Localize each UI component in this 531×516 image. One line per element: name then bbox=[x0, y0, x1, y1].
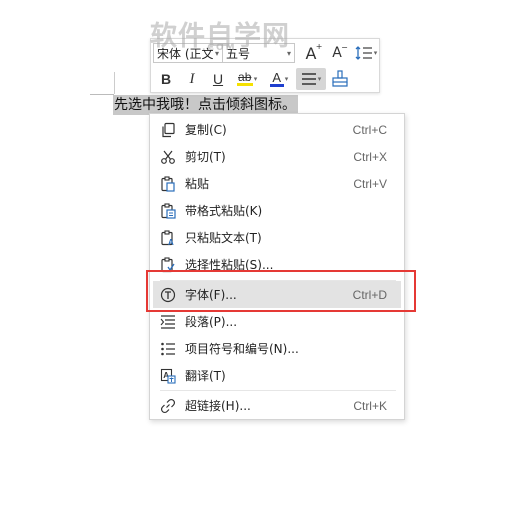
menu-item-label: 粘贴 bbox=[185, 177, 210, 191]
bullet-list-icon bbox=[159, 340, 177, 358]
paste-text-icon: A bbox=[159, 229, 177, 247]
shrink-font-icon: A − bbox=[332, 43, 348, 61]
menu-item-cut[interactable]: 剪切(T) Ctrl+X bbox=[151, 143, 403, 170]
menu-item-paste-special[interactable]: 选择性粘贴(S)... bbox=[151, 251, 403, 278]
grow-font-icon: A + bbox=[305, 41, 323, 63]
menu-item-label: 复制(C) bbox=[185, 123, 227, 137]
menu-item-shortcut: Ctrl+D bbox=[352, 287, 387, 302]
menu-item-label: 字体(F)... bbox=[185, 288, 237, 302]
menu-item-shortcut: Ctrl+X bbox=[353, 149, 387, 164]
font-color-icon: A bbox=[269, 71, 284, 87]
context-menu: 复制(C) Ctrl+C 剪切(T) Ctrl+X 粘贴 Ctrl+V 带格式粘… bbox=[149, 113, 405, 420]
bold-button[interactable]: B bbox=[154, 68, 178, 90]
translate-icon: A bbox=[159, 367, 177, 385]
paste-special-icon bbox=[159, 256, 177, 274]
paragraph-icon bbox=[159, 313, 177, 331]
line-spacing-button[interactable]: ▾ bbox=[351, 42, 381, 64]
menu-item-label: 只粘贴文本(T) bbox=[185, 231, 262, 245]
chevron-down-icon: ▾ bbox=[286, 48, 291, 58]
chevron-down-icon: ▾ bbox=[317, 75, 322, 83]
selected-text[interactable]: 先选中我哦！点击倾斜图标。 bbox=[113, 95, 298, 115]
font-size-combo[interactable]: 五号 ▾ bbox=[223, 43, 295, 63]
menu-item-copy[interactable]: 复制(C) Ctrl+C bbox=[151, 116, 403, 143]
paste-formatted-icon bbox=[159, 202, 177, 220]
format-painter-button[interactable] bbox=[328, 68, 352, 90]
menu-item-label: 带格式粘贴(K) bbox=[185, 204, 263, 218]
font-color-button[interactable]: A ▾ bbox=[264, 68, 294, 90]
copy-icon bbox=[159, 121, 177, 139]
italic-button[interactable]: I bbox=[180, 68, 204, 90]
menu-item-paragraph[interactable]: 段落(P)... bbox=[151, 308, 403, 335]
svg-text:A: A bbox=[168, 238, 174, 246]
underline-button[interactable]: U bbox=[206, 68, 230, 90]
menu-item-font[interactable]: 字体(F)... Ctrl+D bbox=[153, 281, 401, 308]
link-icon bbox=[159, 397, 177, 415]
chevron-down-icon: ▾ bbox=[253, 75, 258, 83]
line-spacing-icon bbox=[355, 46, 372, 60]
menu-item-shortcut: Ctrl+V bbox=[353, 176, 387, 191]
grow-font-button[interactable]: A + bbox=[299, 42, 323, 64]
highlight-button[interactable]: ab ▾ bbox=[232, 68, 262, 90]
menu-item-paste[interactable]: 粘贴 Ctrl+V bbox=[151, 170, 403, 197]
menu-item-hyperlink[interactable]: 超链接(H)... Ctrl+K bbox=[151, 392, 403, 419]
align-justify-icon bbox=[301, 73, 316, 85]
menu-item-shortcut: Ctrl+K bbox=[353, 398, 387, 413]
menu-item-shortcut: Ctrl+C bbox=[352, 122, 387, 137]
highlight-icon: ab bbox=[236, 70, 253, 86]
menu-item-label: 选择性粘贴(S)... bbox=[185, 258, 274, 272]
menu-item-bullets[interactable]: 项目符号和编号(N)... bbox=[151, 335, 403, 362]
format-painter-icon bbox=[332, 70, 348, 87]
chevron-down-icon: ▾ bbox=[214, 48, 219, 58]
menu-item-label: 段落(P)... bbox=[185, 315, 238, 329]
font-name-combo[interactable]: 宋体 (正文) ▾ bbox=[153, 43, 223, 63]
menu-item-paste-text[interactable]: A 只粘贴文本(T) bbox=[151, 224, 403, 251]
menu-item-translate[interactable]: A 翻译(T) bbox=[151, 362, 403, 389]
chevron-down-icon: ▾ bbox=[284, 75, 289, 83]
menu-divider bbox=[160, 390, 396, 391]
font-name-value: 宋体 (正文) bbox=[157, 46, 213, 61]
scissors-icon bbox=[159, 148, 177, 166]
font-icon bbox=[159, 286, 177, 304]
menu-item-label: 翻译(T) bbox=[185, 369, 226, 383]
margin-marker bbox=[114, 72, 115, 94]
paste-icon bbox=[159, 175, 177, 193]
margin-line bbox=[90, 94, 114, 95]
menu-item-label: 超链接(H)... bbox=[185, 399, 251, 413]
menu-item-label: 项目符号和编号(N)... bbox=[185, 342, 299, 356]
menu-item-label: 剪切(T) bbox=[185, 150, 226, 164]
shrink-font-button[interactable]: A − bbox=[325, 42, 349, 64]
font-size-value: 五号 bbox=[226, 46, 251, 61]
align-button[interactable]: ▾ bbox=[296, 68, 326, 90]
mini-toolbar: 宋体 (正文) ▾ 五号 ▾ A + A − ▾ B I U ab ▾ A ▾ … bbox=[150, 38, 380, 93]
menu-item-paste-formatted[interactable]: 带格式粘贴(K) bbox=[151, 197, 403, 224]
chevron-down-icon: ▾ bbox=[373, 49, 378, 57]
